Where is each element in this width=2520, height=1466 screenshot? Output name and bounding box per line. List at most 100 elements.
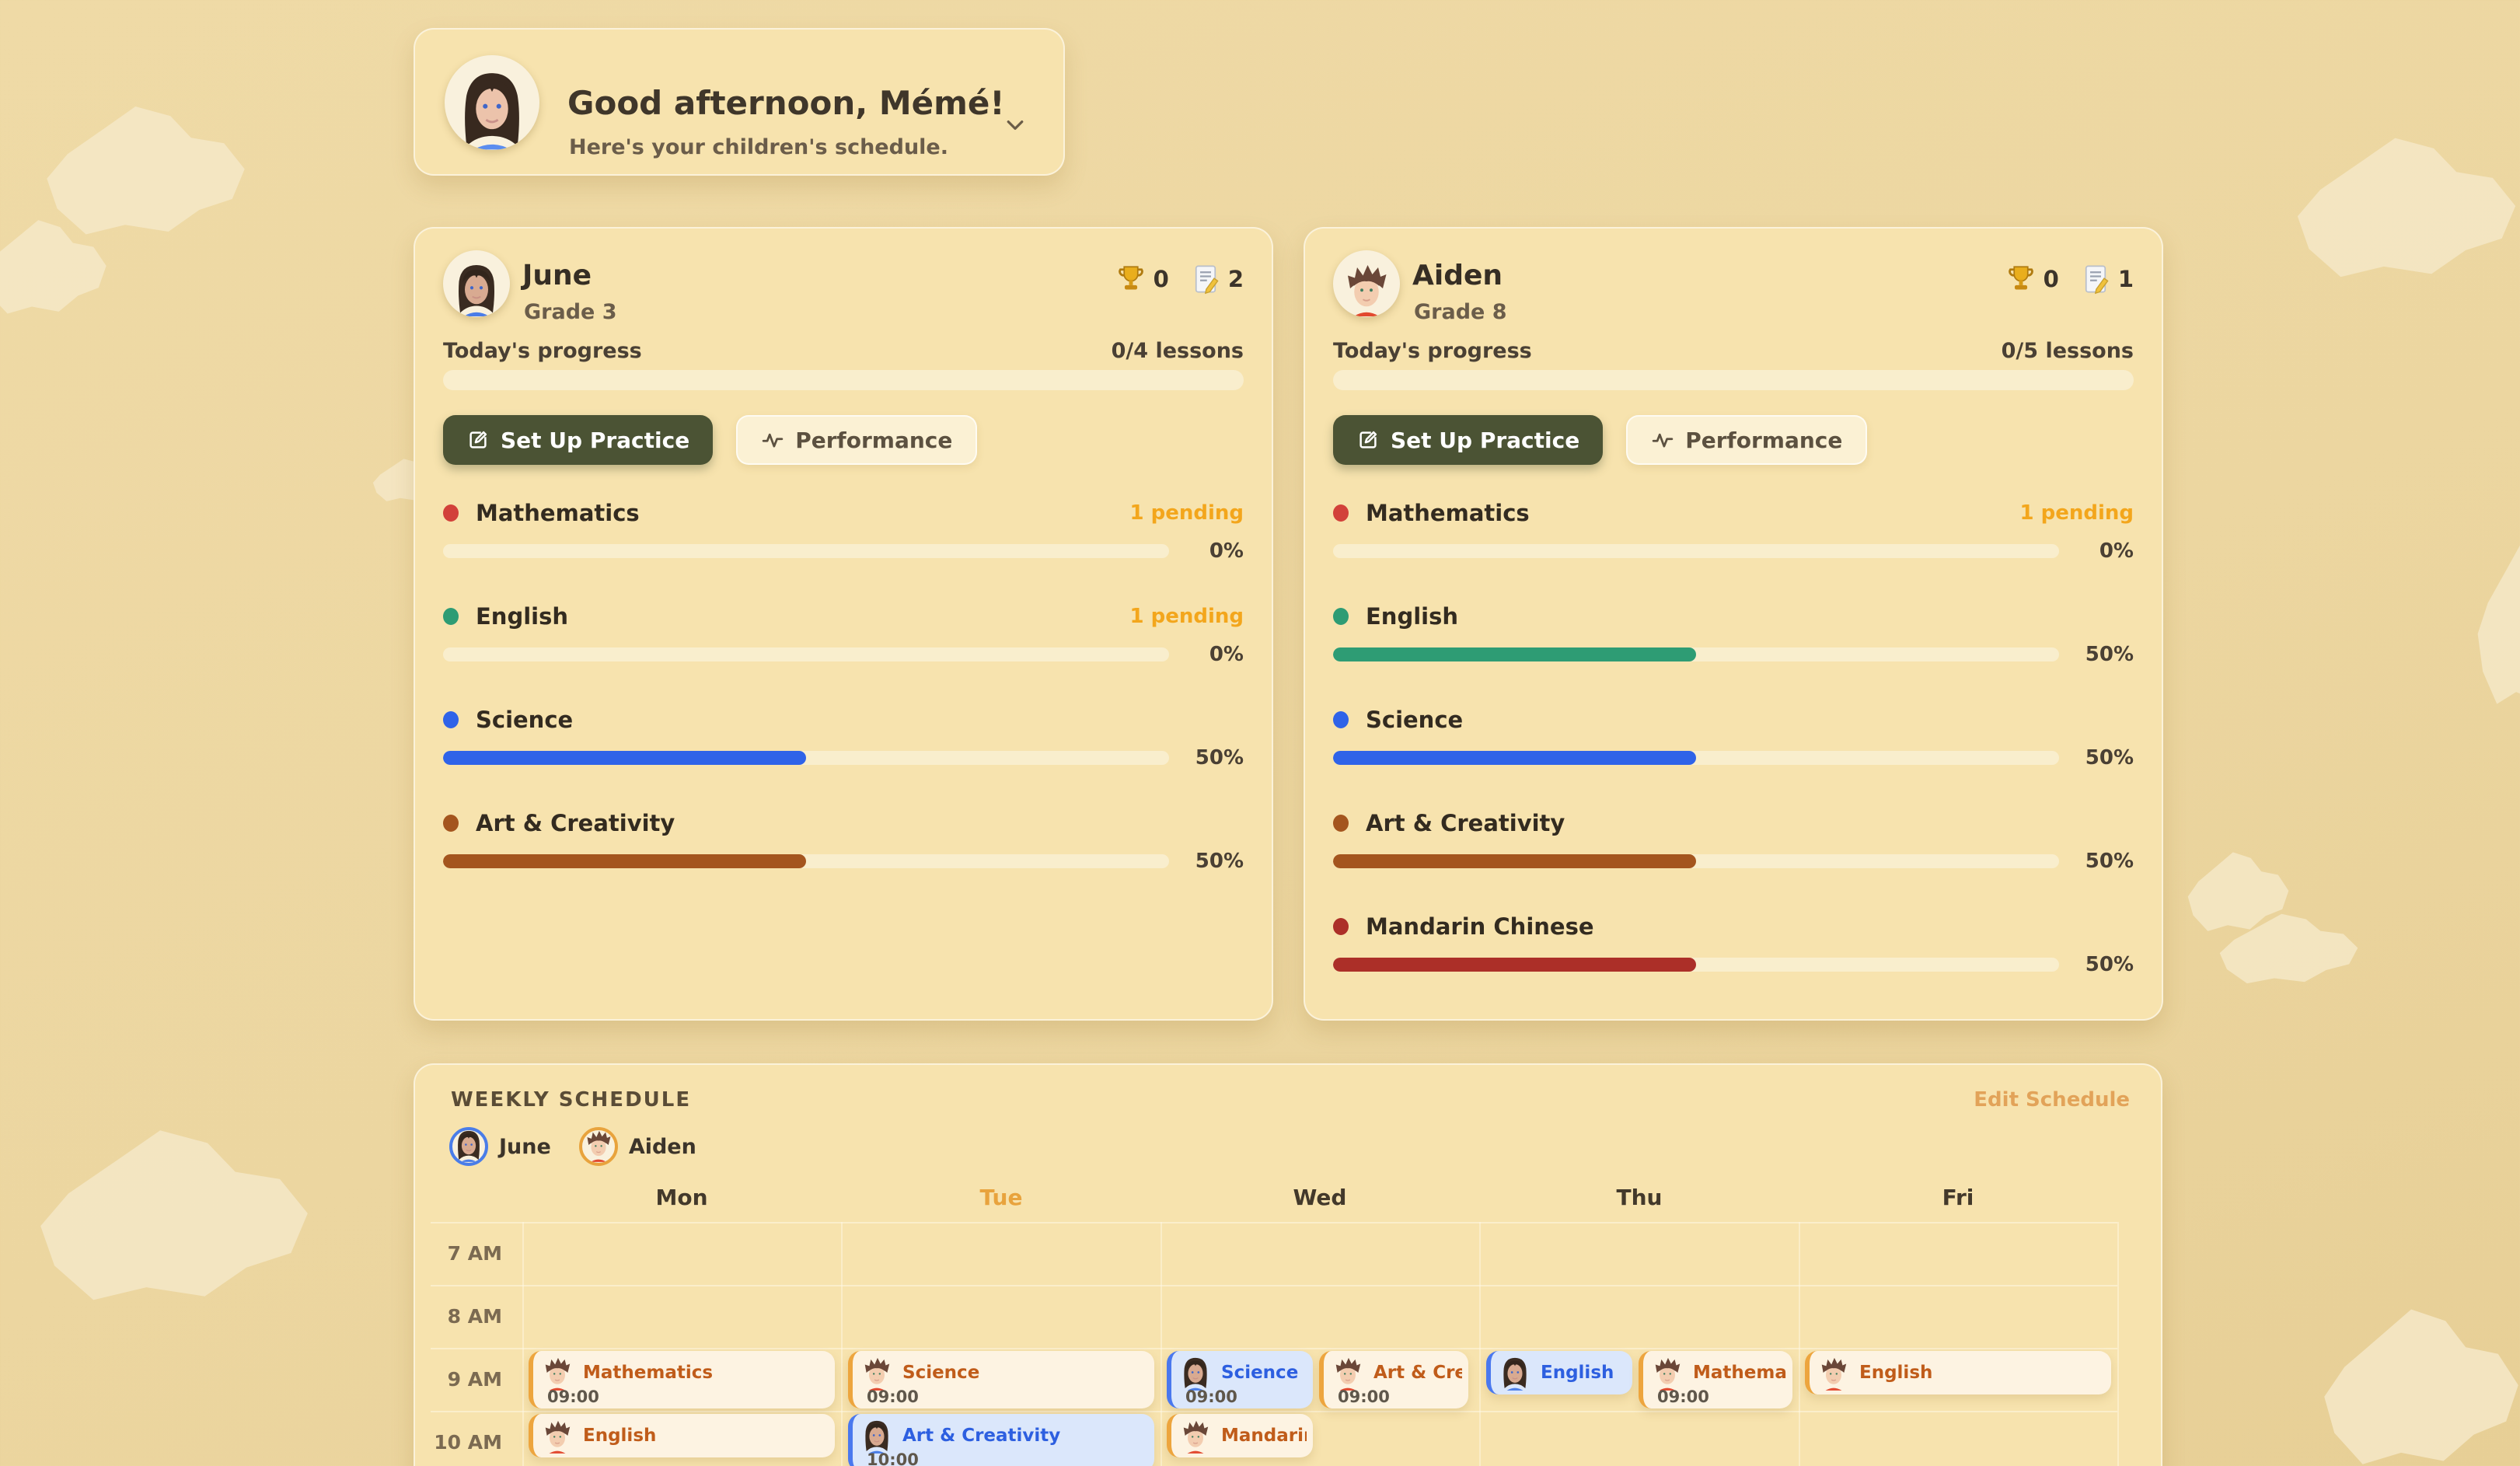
event-time: 09:00 (1185, 1387, 1237, 1406)
avatar-june (860, 1418, 893, 1454)
subject-percent: 50% (2059, 850, 2134, 873)
subject-label: Mathematics (1366, 500, 2019, 526)
child-card-june: June Grade 3 0 2 Today's progress 0/4 le… (414, 227, 1273, 1021)
cloud-decoration (43, 101, 249, 237)
subject-dot (443, 608, 459, 625)
subject-dot (443, 504, 459, 522)
subject-row: English 1 pending 0% (443, 602, 1244, 706)
subject-percent: 50% (2059, 953, 2134, 976)
performance-button[interactable]: Performance (736, 415, 977, 465)
trophy-count: 0 (2044, 266, 2059, 292)
daily-progress-bar (1333, 370, 2134, 390)
event-time: 09:00 (867, 1387, 919, 1406)
pencil-square-icon (466, 428, 490, 452)
subject-progress-bar (443, 647, 1169, 661)
child-grade: Grade 8 (1414, 300, 1507, 324)
schedule-event[interactable]: Art & Creativi… 09:00 (1319, 1351, 1468, 1408)
grid-line (2117, 1222, 2119, 1466)
subject-progress-bar (443, 854, 1169, 868)
event-subject: Science (1221, 1363, 1307, 1383)
memo-icon (1189, 263, 1222, 295)
avatar-june (443, 250, 510, 317)
subject-label: Mandarin Chinese (1366, 913, 2134, 940)
avatar-june (1499, 1355, 1531, 1391)
subject-label: English (476, 603, 1129, 630)
grid-line (522, 1222, 524, 1466)
avatar-aiden (1333, 250, 1400, 317)
subject-percent: 50% (1169, 746, 1244, 770)
schedule-event[interactable]: Mandarin Chi… (1167, 1414, 1313, 1457)
subject-row: English 50% (1333, 602, 2134, 706)
event-time: 09:00 (1338, 1387, 1390, 1406)
schedule-event[interactable]: English (1486, 1351, 1632, 1394)
edit-schedule-link[interactable]: Edit Schedule (1974, 1088, 2130, 1112)
time-label-9am: 9 AM (415, 1368, 502, 1391)
avatar-aiden (1651, 1355, 1684, 1391)
subject-progress-bar (443, 751, 1169, 765)
subject-dot (443, 815, 459, 832)
legend-chip-aiden[interactable]: Aiden (579, 1127, 696, 1166)
subject-dot (1333, 711, 1349, 728)
subject-label: Art & Creativity (1366, 810, 2134, 836)
grid-line (431, 1222, 2117, 1223)
subject-row: Art & Creativity 50% (1333, 809, 2134, 913)
avatar-aiden (579, 1127, 618, 1166)
subject-percent: 0% (1169, 643, 1244, 666)
practice-stat: 2 (1189, 263, 1244, 295)
set-up-practice-button[interactable]: Set Up Practice (1333, 415, 1603, 465)
child-name: Aiden (1412, 260, 1503, 291)
subject-progress-bar (1333, 958, 2059, 972)
memo-icon (2079, 263, 2112, 295)
schedule-grid: Mon Tue Wed Thu Fri 7 AM 8 AM 9 AM 10 AM… (415, 1222, 2164, 1466)
subject-dot (1333, 918, 1349, 935)
subject-progress-bar (1333, 647, 2059, 661)
legend-label: June (499, 1135, 551, 1159)
schedule-event[interactable]: English (529, 1414, 835, 1457)
grid-line (841, 1222, 843, 1466)
practice-count: 1 (2118, 266, 2134, 292)
subject-percent: 50% (2059, 746, 2134, 770)
trophy-icon (2005, 263, 2037, 295)
day-header-thu: Thu (1617, 1185, 1663, 1210)
avatar-june (1179, 1355, 1212, 1391)
trophy-count: 0 (1154, 266, 1169, 292)
event-subject: Art & Creativi… (1373, 1363, 1462, 1383)
schedule-event[interactable]: Science 09:00 (1167, 1351, 1313, 1408)
schedule-event[interactable]: Mathematics 09:00 (1639, 1351, 1792, 1408)
avatar-aiden (1817, 1355, 1850, 1391)
schedule-event[interactable]: Science 09:00 (848, 1351, 1154, 1408)
set-up-practice-button[interactable]: Set Up Practice (443, 415, 713, 465)
event-subject: Mathematics (583, 1363, 829, 1383)
subject-label: Mathematics (476, 500, 1129, 526)
subject-label: Science (476, 707, 1244, 733)
avatar-aiden (1332, 1355, 1364, 1391)
event-subject: Science (902, 1363, 1148, 1383)
subject-dot (443, 711, 459, 728)
grid-line (1799, 1222, 1800, 1466)
time-label-7am: 7 AM (415, 1242, 502, 1265)
practice-stat: 1 (2079, 263, 2134, 295)
subject-progress-bar (443, 544, 1169, 558)
avatar-aiden (541, 1418, 574, 1454)
subject-percent: 50% (1169, 850, 1244, 873)
schedule-event[interactable]: Mathematics 09:00 (529, 1351, 835, 1408)
schedule-event[interactable]: English (1805, 1351, 2111, 1394)
daily-progress-bar (443, 370, 1244, 390)
pencil-square-icon (1356, 428, 1380, 452)
event-time: 09:00 (547, 1387, 599, 1406)
trophy-icon (1115, 263, 1147, 295)
avatar-aiden (1179, 1418, 1212, 1454)
parent-avatar (445, 55, 539, 150)
subject-row: Mathematics 1 pending 0% (1333, 499, 2134, 602)
avatar-june (449, 1127, 488, 1166)
child-card-aiden: Aiden Grade 8 0 1 Today's progress 0/5 l… (1304, 227, 2163, 1021)
legend-chip-june[interactable]: June (449, 1127, 551, 1166)
performance-button[interactable]: Performance (1626, 415, 1867, 465)
cloud-decoration (2476, 536, 2520, 707)
progress-label: Today's progress (1333, 339, 1532, 363)
event-subject: Art & Creativity (902, 1426, 1148, 1446)
chevron-down-icon[interactable] (1000, 113, 1031, 137)
schedule-event[interactable]: Art & Creativity 10:00 (848, 1414, 1154, 1466)
greeting-card: Good afternoon, Mémé! Here's your childr… (414, 28, 1065, 176)
subject-row: Art & Creativity 50% (443, 809, 1244, 913)
